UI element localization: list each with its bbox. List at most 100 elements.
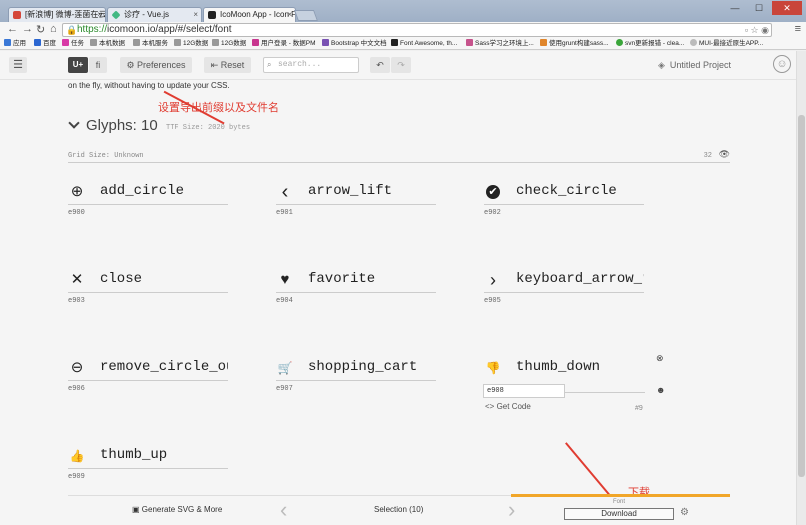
new-tab-button[interactable] [293, 10, 319, 21]
page-icon [133, 39, 140, 46]
bookmark-item[interactable]: Font Awesome, th... [391, 39, 457, 48]
generate-svg-button[interactable]: ▣ Generate SVG & More [132, 505, 222, 514]
page-icon[interactable]: ▫ [745, 25, 748, 35]
gear-icon[interactable]: ⚙ [680, 507, 689, 518]
arrow-left-icon: ‹ [281, 181, 289, 203]
back-icon[interactable]: ← [7, 23, 18, 35]
url-field[interactable]: 🔒 https://icomoon.io/app/#/select/font ▫… [62, 23, 772, 37]
menu-button[interactable]: ☰ [9, 57, 27, 73]
bookmark-item[interactable]: 任务 [62, 39, 84, 48]
fontawesome-icon [391, 39, 398, 46]
browser-menu-icon[interactable]: ≡ [795, 23, 801, 35]
selection-tab[interactable]: Selection (10) [374, 505, 423, 514]
redo-button[interactable]: ↷ [391, 57, 411, 73]
weibo-icon [13, 11, 21, 19]
project-name-label: Untitled Project [669, 60, 731, 70]
bookmark-item[interactable]: 使用grunt构建sass... [540, 39, 609, 48]
glyph-code: e904 [276, 297, 293, 305]
smiley-icon[interactable]: ☺ [773, 55, 791, 73]
grid-size-value[interactable]: 32 [704, 152, 712, 160]
page-icon [212, 39, 219, 46]
extension-icon[interactable]: ◉ [761, 25, 769, 35]
project-name[interactable]: ◈ Untitled Project [658, 60, 731, 71]
home-icon[interactable]: ⌂ [50, 23, 57, 35]
page-icon [174, 39, 181, 46]
glyph-name: favorite [308, 271, 376, 287]
bookmark-item[interactable]: 本机服务 [133, 39, 168, 48]
bookmark-item[interactable]: svn更新报错 - clea... [616, 39, 684, 48]
ligature-toggle[interactable]: fi [89, 57, 107, 73]
heart-icon: ♥ [280, 271, 290, 288]
preferences-button[interactable]: ⚙ Preferences [120, 57, 192, 73]
bookmark-item[interactable]: Sass学习之环境上... [466, 39, 534, 48]
star-icon[interactable]: ☆ [751, 25, 759, 35]
window-controls: — ☐ ✕ [724, 1, 802, 15]
glyph-item[interactable]: ⊕ add_circle e900 [68, 183, 228, 243]
divider [276, 292, 436, 293]
thumb-up-icon: 👍 [69, 449, 85, 463]
forward-icon[interactable]: → [22, 23, 33, 35]
address-bar: ← → ↻ ⌂ 🔒 https://icomoon.io/app/#/selec… [0, 22, 806, 38]
glyph-name: remove_circle_ou [100, 359, 228, 375]
glyph-item[interactable]: ✕ close e903 [68, 271, 228, 331]
bookmark-item[interactable]: 12G数据 [212, 39, 246, 48]
chevron-right-icon[interactable]: › [508, 497, 515, 523]
bookmark-item[interactable]: Bootstrap 中文文档 [322, 39, 387, 48]
bookmark-item[interactable]: MUI-最接近原生APP... [690, 39, 763, 48]
search-placeholder: search... [278, 60, 322, 69]
chevron-left-icon[interactable]: ‹ [280, 497, 287, 523]
get-code-label: Get Code [496, 402, 531, 411]
scrollbar[interactable] [796, 51, 806, 525]
glyph-item[interactable]: ‹ arrow_lift e901 [276, 181, 436, 243]
maximize-icon[interactable]: ☐ [748, 1, 770, 15]
search-input[interactable]: ⌕ search... [263, 57, 359, 73]
close-icon[interactable]: × [193, 8, 198, 21]
minimize-icon[interactable]: — [724, 1, 746, 15]
scrollbar-thumb[interactable] [798, 115, 805, 477]
get-code-link[interactable]: <> Get Code [485, 402, 531, 411]
remove-icon[interactable]: ⊗ [656, 353, 664, 364]
close-icon[interactable]: × [97, 8, 102, 21]
reset-label: Reset [220, 60, 245, 70]
glyph-item[interactable]: ✔ check_circle e902 [484, 183, 644, 243]
bookmark-item[interactable]: 用户登录 - 数据PM [252, 39, 316, 48]
glyph-code: e900 [68, 209, 85, 217]
glyph-item[interactable]: ♥ favorite e904 [276, 271, 436, 331]
glyph-name: close [100, 271, 143, 287]
divider [276, 204, 436, 205]
close-icon[interactable]: × [287, 8, 292, 21]
window-close-icon[interactable]: ✕ [772, 1, 802, 15]
glyphs-heading[interactable]: Glyphs: 10 [68, 117, 158, 134]
download-button[interactable]: Download [564, 508, 674, 520]
unicode-toggle[interactable]: U+ [68, 57, 88, 73]
undo-button[interactable]: ↶ [370, 57, 390, 73]
vue-icon [111, 10, 121, 20]
reload-icon[interactable]: ↻ [36, 23, 45, 36]
apps-icon [4, 39, 11, 46]
glyph-code: e902 [484, 209, 501, 217]
browser-tab-icomoon[interactable]: IcoMoon App - Icon Font × [203, 7, 296, 22]
eye-icon[interactable]: 👁 [719, 150, 730, 160]
reset-button[interactable]: ⇤ Reset [204, 57, 251, 73]
task-icon [62, 39, 69, 46]
tab-label: IcoMoon App - Icon Font [220, 10, 296, 19]
glyph-item[interactable]: › keyboard_arrow_r e905 [484, 271, 644, 331]
glyph-code-input[interactable]: e908 [483, 384, 565, 398]
url-scheme: https:// [77, 24, 108, 35]
glyph-item[interactable]: ⊖ remove_circle_ou e906 [68, 359, 228, 419]
browser-tab-weibo[interactable]: [新浪博] 微博-莲菌在云 × [8, 7, 106, 22]
glyph-name: check_circle [516, 183, 617, 199]
divider [484, 292, 644, 293]
bookmark-item[interactable]: 百度 [34, 39, 56, 48]
browser-tab-vue[interactable]: 诊疗 - Vue.js × [107, 7, 202, 22]
glyphs-title: Glyphs: 10 [86, 117, 158, 134]
bookmark-item[interactable]: 本机数据 [90, 39, 125, 48]
glyph-item[interactable]: 🛒 shopping_cart e907 [276, 359, 436, 419]
glyph-item-selected[interactable]: 👎 thumb_down [484, 359, 644, 385]
smiley-icon[interactable]: ☻ [656, 385, 665, 395]
divider [68, 204, 228, 205]
bookmark-item[interactable]: 应用 [4, 39, 26, 48]
grid-size-bar: Grid Size: Unknown 32 👁 [68, 150, 730, 163]
bookmark-item[interactable]: 12G数据 [174, 39, 208, 48]
page-icon [252, 39, 259, 46]
